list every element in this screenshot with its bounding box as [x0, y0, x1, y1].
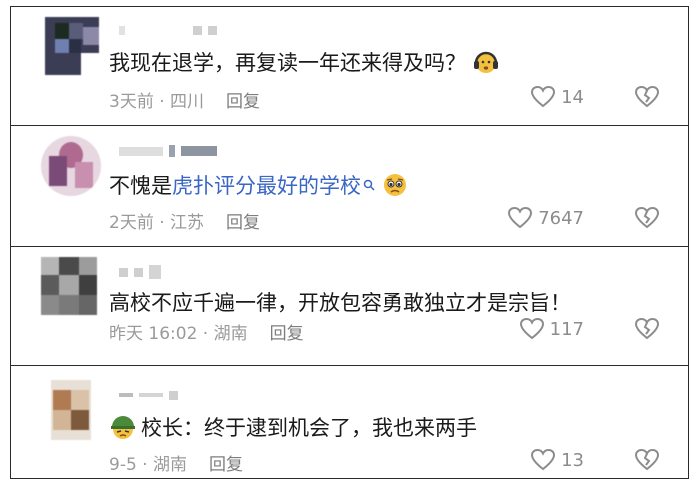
heart-icon — [519, 317, 544, 340]
avatar[interactable] — [41, 257, 97, 315]
search-link[interactable]: 虎扑评分最好的学校 — [172, 170, 361, 200]
broken-heart-icon — [634, 448, 660, 471]
broken-heart-icon — [634, 317, 660, 340]
dislike-button[interactable] — [634, 448, 660, 476]
like-button[interactable]: 7647 — [507, 206, 584, 230]
comment-card: 我现在退学，再复读一年还来得及吗？ 3天前 · 四川 回复 14 — [10, 6, 689, 126]
broken-heart-icon — [634, 206, 660, 229]
comment-meta: 昨天 16:02 · 湖南 回复 — [109, 319, 304, 344]
reply-button[interactable]: 回复 — [209, 450, 243, 475]
like-count: 13 — [561, 449, 584, 471]
comment-text: 校长：终于逮到机会了，我也来两手 — [109, 412, 477, 442]
comment-text: 不愧是 虎扑评分最好的学校 — [109, 170, 409, 200]
avatar[interactable] — [41, 136, 101, 196]
username[interactable] — [119, 388, 178, 402]
comment-text: 高校不应千遍一律，开放包容勇敢独立才是宗旨！ — [109, 291, 571, 315]
username[interactable] — [119, 23, 217, 37]
broken-heart-icon — [634, 85, 660, 108]
avatar[interactable] — [51, 380, 91, 440]
comment-card: 校长：终于逮到机会了，我也来两手 9-5 · 湖南 回复 13 — [10, 365, 689, 479]
reply-button[interactable]: 回复 — [226, 87, 260, 112]
like-button[interactable]: 13 — [530, 448, 584, 472]
reply-button[interactable]: 回复 — [270, 319, 304, 344]
comment-meta: 9-5 · 湖南 回复 — [109, 450, 243, 475]
comment-meta: 2天前 · 江苏 回复 — [109, 208, 260, 233]
like-button[interactable]: 117 — [519, 317, 584, 341]
dislike-button[interactable] — [634, 317, 660, 345]
reply-button[interactable]: 回复 — [226, 208, 260, 233]
like-count: 7647 — [538, 207, 584, 229]
heart-icon — [508, 206, 533, 229]
dislike-button[interactable] — [634, 85, 660, 113]
search-icon — [363, 179, 375, 191]
comment-meta: 3天前 · 四川 回复 — [109, 87, 260, 112]
comment-card: 不愧是 虎扑评分最好的学校 2天前 · 江苏 回复 7647 — [10, 125, 689, 247]
username[interactable] — [119, 265, 161, 279]
like-count: 117 — [549, 318, 584, 340]
heart-icon — [531, 85, 556, 108]
comment-card: 高校不应千遍一律，开放包容勇敢独立才是宗旨！ 昨天 16:02 · 湖南 回复 … — [10, 246, 689, 366]
helmet-face-emoji — [111, 416, 135, 439]
comment-text: 我现在退学，再复读一年还来得及吗？ — [109, 47, 500, 77]
avatar[interactable] — [45, 17, 99, 75]
dislike-button[interactable] — [634, 206, 660, 234]
like-count: 14 — [561, 86, 584, 108]
headphones-face-emoji — [474, 51, 498, 73]
heart-icon — [531, 448, 556, 471]
pleading-face-emoji — [384, 174, 406, 196]
like-button[interactable]: 14 — [530, 85, 584, 109]
username[interactable] — [119, 144, 217, 158]
